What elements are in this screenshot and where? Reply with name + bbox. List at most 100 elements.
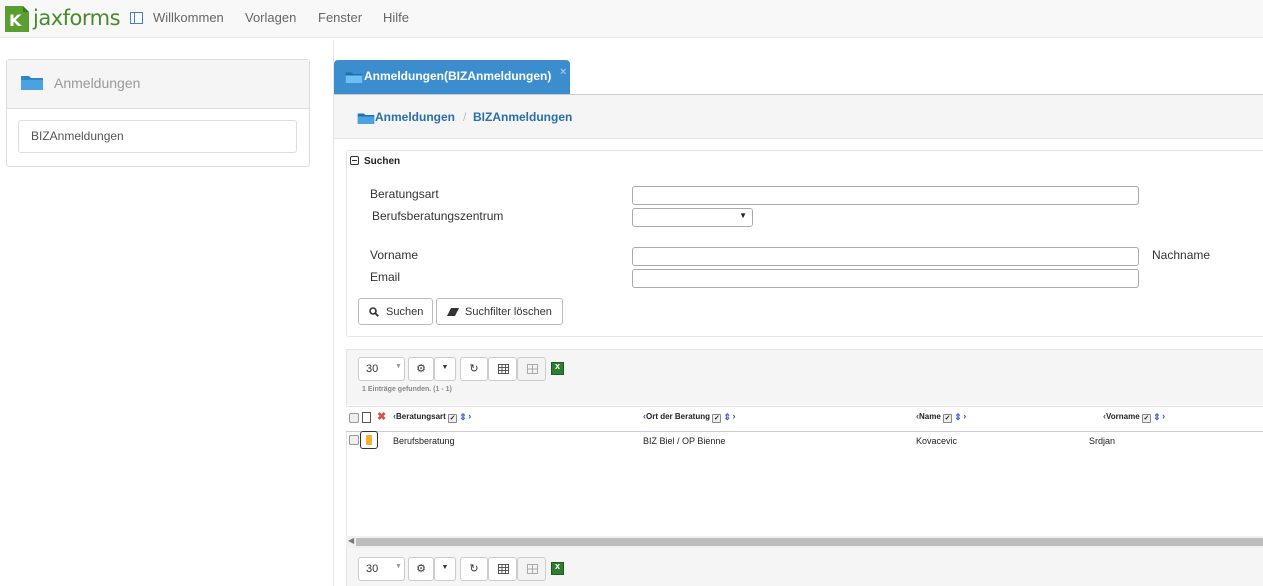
page-size-select[interactable]: 30 ▼ bbox=[358, 357, 405, 381]
beratungsart-input[interactable] bbox=[632, 186, 1139, 205]
caret-down-icon: ▼ bbox=[441, 564, 449, 571]
row-checkbox[interactable] bbox=[349, 435, 359, 445]
sort-icon[interactable]: ⇕ bbox=[1153, 412, 1162, 423]
refresh-button-bottom[interactable]: ↻ bbox=[460, 557, 488, 581]
move-right-icon[interactable]: › bbox=[468, 411, 471, 421]
record-count: 1 Einträge gefunden. (1 - 1) bbox=[362, 386, 452, 393]
grid-view-button[interactable] bbox=[517, 357, 546, 381]
excel-icon[interactable] bbox=[551, 561, 564, 575]
caret-down-icon: ▼ bbox=[395, 563, 402, 570]
settings-dropdown-button-bottom[interactable]: ▼ bbox=[434, 557, 456, 581]
nachname-label: Nachname bbox=[1152, 248, 1211, 262]
sort-icon[interactable]: ⇕ bbox=[459, 412, 468, 423]
cell-name[interactable]: Kovacevic bbox=[916, 436, 957, 446]
refresh-icon: ↻ bbox=[469, 563, 479, 575]
folder-icon bbox=[21, 76, 43, 90]
folder-icon bbox=[357, 113, 375, 124]
search-button[interactable]: Suchen bbox=[358, 298, 433, 325]
column-visible-checkbox[interactable]: ✓ bbox=[712, 414, 722, 423]
grid-icon bbox=[527, 364, 538, 374]
email-input[interactable] bbox=[632, 269, 1139, 288]
cell-beratungsart[interactable]: Berufsberatung bbox=[393, 436, 455, 446]
logo-icon: K bbox=[5, 6, 29, 32]
grid-icon bbox=[527, 564, 538, 574]
breadcrumb: Anmeldungen / BIZAnmeldungen bbox=[334, 95, 1263, 139]
caret-down-icon: ▼ bbox=[395, 363, 402, 370]
svg-text:K: K bbox=[9, 11, 22, 30]
collapse-icon[interactable] bbox=[350, 156, 359, 165]
excel-icon[interactable] bbox=[551, 361, 564, 375]
email-label: Email bbox=[370, 270, 401, 284]
left-panel-header: Anmeldungen bbox=[7, 60, 309, 109]
cell-vorname[interactable]: Srdjan bbox=[1089, 436, 1115, 446]
beratungsart-label: Beratungsart bbox=[370, 187, 439, 201]
zentrum-select[interactable]: ▼ bbox=[632, 208, 753, 227]
search-button-label: Suchen bbox=[386, 306, 424, 318]
left-panel: Anmeldungen BIZAnmeldungen bbox=[6, 59, 310, 167]
breadcrumb-separator: / bbox=[463, 110, 467, 124]
settings-dropdown-button[interactable]: ▼ bbox=[434, 357, 456, 381]
nav-hilfe[interactable]: Hilfe bbox=[383, 10, 409, 25]
page-size-value: 30 bbox=[366, 363, 379, 375]
left-item-bizanmeldungen[interactable]: BIZAnmeldungen bbox=[18, 120, 297, 153]
column-label: Beratungsart bbox=[396, 412, 446, 421]
tab-bizanmeldungen[interactable]: Anmeldungen(BIZAnmeldungen) × bbox=[334, 60, 570, 94]
breadcrumb-bizanmeldungen[interactable]: BIZAnmeldungen bbox=[473, 110, 572, 124]
column-header-beratungsart[interactable]: ‹Beratungsart ✓ ⇕› bbox=[393, 411, 471, 423]
column-label: Vorname bbox=[1106, 412, 1140, 421]
column-label: Name bbox=[919, 412, 941, 421]
logo-text: jaxforms bbox=[33, 6, 121, 30]
column-visible-checkbox[interactable]: ✓ bbox=[943, 414, 953, 423]
page-size-value: 30 bbox=[366, 563, 379, 575]
settings-button[interactable]: ⚙ bbox=[408, 357, 434, 381]
column-header-ort[interactable]: ‹Ort der Beratung ✓ ⇕› bbox=[643, 411, 735, 423]
edit-record-icon[interactable] bbox=[360, 431, 378, 449]
columns-button-bottom[interactable] bbox=[488, 557, 517, 581]
tab-label: Anmeldungen(BIZAnmeldungen) bbox=[364, 69, 552, 83]
cell-ort[interactable]: BIZ Biel / OP Bienne bbox=[643, 436, 725, 446]
close-icon[interactable]: × bbox=[560, 66, 566, 78]
grid-view-button-bottom[interactable] bbox=[517, 557, 546, 581]
gear-icon: ⚙ bbox=[416, 363, 426, 375]
zentrum-label: Berufsberatungszentrum bbox=[372, 209, 504, 223]
columns-button[interactable] bbox=[488, 357, 517, 381]
app-logo[interactable]: K jaxforms bbox=[3, 4, 123, 34]
settings-button-bottom[interactable]: ⚙ bbox=[408, 557, 434, 581]
folder-icon bbox=[345, 72, 363, 83]
delete-icon[interactable]: ✖ bbox=[377, 410, 386, 423]
caret-down-icon: ▼ bbox=[739, 211, 747, 220]
move-right-icon[interactable]: › bbox=[1162, 411, 1165, 421]
left-panel-title: Anmeldungen bbox=[54, 75, 141, 91]
horizontal-scrollbar[interactable]: ◀ bbox=[346, 536, 1263, 548]
refresh-button[interactable]: ↻ bbox=[460, 357, 488, 381]
move-right-icon[interactable]: › bbox=[732, 411, 735, 421]
column-visible-checkbox[interactable]: ✓ bbox=[448, 414, 458, 423]
nav-willkommen[interactable]: Willkommen bbox=[153, 10, 224, 25]
nav-vorlagen[interactable]: Vorlagen bbox=[245, 10, 296, 25]
breadcrumb-anmeldungen[interactable]: Anmeldungen bbox=[375, 110, 455, 124]
scrollbar-thumb[interactable] bbox=[356, 538, 1263, 546]
caret-down-icon: ▼ bbox=[441, 364, 449, 371]
clear-filter-label: Suchfilter löschen bbox=[465, 306, 552, 318]
grid-body bbox=[346, 432, 1263, 536]
search-legend-label: Suchen bbox=[364, 156, 401, 167]
column-header-vorname[interactable]: ‹Vorname ✓ ⇕› bbox=[1103, 411, 1165, 423]
scroll-left-icon[interactable]: ◀ bbox=[348, 536, 354, 545]
nav-fenster[interactable]: Fenster bbox=[318, 10, 362, 25]
vorname-label: Vorname bbox=[370, 248, 419, 262]
vorname-input[interactable] bbox=[632, 247, 1139, 266]
search-legend[interactable]: Suchen bbox=[350, 156, 405, 167]
clear-filter-button[interactable]: Suchfilter löschen bbox=[436, 298, 563, 325]
top-navbar: K jaxforms Willkommen Vorlagen Fenster H… bbox=[0, 0, 1263, 38]
gear-icon: ⚙ bbox=[416, 563, 426, 575]
move-right-icon[interactable]: › bbox=[963, 411, 966, 421]
select-all-checkbox[interactable] bbox=[349, 413, 359, 423]
new-document-icon[interactable] bbox=[362, 412, 371, 423]
sort-icon[interactable]: ⇕ bbox=[954, 412, 963, 423]
refresh-icon: ↻ bbox=[469, 363, 479, 375]
dashboard-icon[interactable] bbox=[130, 12, 143, 24]
page-size-select-bottom[interactable]: 30 ▼ bbox=[358, 557, 405, 581]
search-icon bbox=[369, 307, 379, 317]
column-header-name[interactable]: ‹Name ✓ ⇕› bbox=[916, 411, 966, 423]
column-visible-checkbox[interactable]: ✓ bbox=[1141, 414, 1151, 423]
